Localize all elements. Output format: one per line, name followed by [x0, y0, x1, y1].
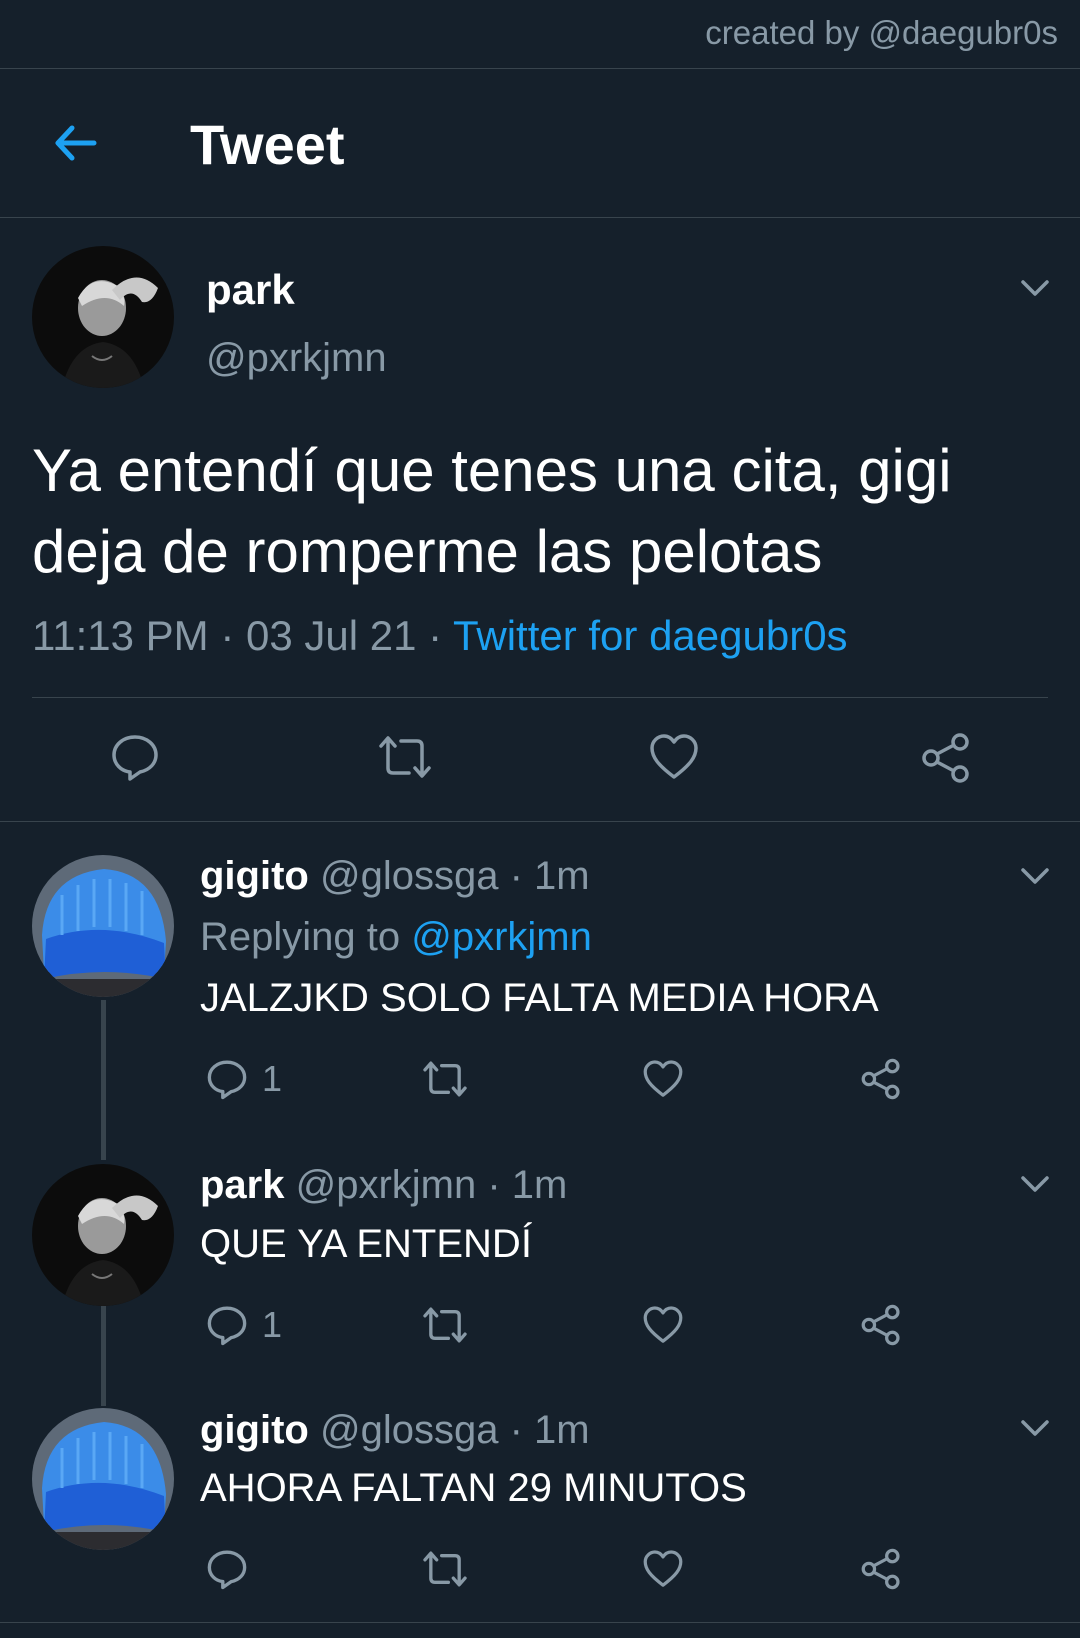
chevron-down-icon[interactable] [1020, 1174, 1050, 1194]
avatar[interactable] [32, 1164, 174, 1306]
share-icon [861, 1304, 900, 1346]
reply-header: gigito @glossga · 1m [200, 854, 590, 899]
reply-author-name[interactable]: gigito [200, 1408, 309, 1452]
reply-time: 1m [534, 854, 590, 898]
replying-mention-link[interactable]: @pxrkjmn [411, 915, 592, 959]
header-divider [0, 217, 1080, 218]
retweet-icon [423, 1551, 467, 1587]
reply-button[interactable]: 1 [206, 1304, 282, 1346]
avatar[interactable] [32, 1408, 174, 1550]
meta-separator: · [476, 1163, 512, 1207]
retweet-button[interactable] [375, 732, 435, 782]
reply-button[interactable] [206, 1548, 262, 1590]
reply-header: park @pxrkjmn · 1m [200, 1163, 567, 1208]
reply-text: AHORA FALTAN 29 MINUTOS [200, 1466, 747, 1510]
like-button[interactable] [642, 1548, 684, 1590]
reply-time: 1m [511, 1163, 568, 1207]
like-icon [643, 1306, 683, 1343]
bottom-divider [0, 1622, 1080, 1623]
like-button[interactable] [642, 1304, 684, 1346]
thread-line [101, 1000, 106, 1160]
reply-icon [207, 1060, 247, 1100]
share-button[interactable] [920, 732, 972, 784]
page-title: Tweet [190, 113, 345, 176]
reply-author-name[interactable]: gigito [200, 854, 309, 898]
author-handle[interactable]: @pxrkjmn [206, 336, 387, 381]
chevron-down-icon[interactable] [1020, 278, 1050, 298]
reply-time: 1m [534, 1408, 590, 1452]
replying-to: Replying to @pxrkjmn [200, 915, 592, 960]
reply-author-handle[interactable]: @pxrkjmn [296, 1163, 477, 1207]
like-icon [643, 1550, 683, 1587]
like-icon [650, 734, 698, 779]
reply-author-handle[interactable]: @glossga [320, 854, 498, 898]
tweet-source-link[interactable]: Twitter for daegubr0s [453, 612, 848, 659]
reply-button[interactable] [110, 732, 160, 782]
reply-button[interactable]: 1 [206, 1058, 282, 1100]
avatar[interactable] [32, 246, 174, 388]
share-button[interactable] [860, 1058, 902, 1100]
like-button[interactable] [648, 732, 700, 782]
retweet-icon [423, 1307, 467, 1343]
meta-separator: · [498, 1408, 535, 1452]
reply-text: JALZJKD SOLO FALTA MEDIA HORA [200, 976, 879, 1020]
reply-count: 1 [262, 1058, 283, 1099]
meta-separator: · [498, 854, 535, 898]
author-name[interactable]: park [206, 266, 295, 314]
retweet-icon [423, 1061, 467, 1097]
reply-author-handle[interactable]: @glossga [320, 1408, 498, 1452]
retweet-icon [379, 736, 431, 778]
retweet-button[interactable] [420, 1058, 470, 1100]
share-icon [922, 733, 969, 783]
reply-author-name[interactable]: park [200, 1163, 285, 1207]
meta-separator: · [208, 612, 246, 659]
tweet-text: Ya entendí que tenes una cita, gigi deja… [32, 437, 952, 585]
like-icon [643, 1060, 683, 1097]
avatar[interactable] [32, 855, 174, 997]
chevron-down-icon[interactable] [1020, 866, 1050, 886]
like-button[interactable] [642, 1058, 684, 1100]
tweet-divider [32, 697, 1048, 698]
replying-label: Replying to [200, 915, 412, 959]
share-icon [861, 1058, 900, 1100]
retweet-button[interactable] [420, 1548, 470, 1590]
reply-icon [112, 735, 158, 781]
tweet-meta: 11:13 PM · 03 Jul 21 · Twitter for daegu… [32, 612, 848, 660]
share-button[interactable] [860, 1304, 902, 1346]
tweet-date: 03 Jul 21 [245, 612, 417, 659]
arrow-left-icon[interactable] [50, 118, 100, 168]
retweet-button[interactable] [420, 1304, 470, 1346]
share-icon [861, 1548, 900, 1590]
reply-count: 1 [262, 1304, 283, 1345]
watermark-credit: created by @daegubr0s [705, 14, 1058, 51]
section-divider [0, 821, 1080, 822]
top-divider [0, 68, 1080, 69]
reply-header: gigito @glossga · 1m [200, 1408, 590, 1453]
chevron-down-icon[interactable] [1020, 1418, 1050, 1438]
meta-separator: · [416, 612, 454, 659]
reply-icon [207, 1550, 247, 1590]
reply-icon [207, 1306, 247, 1346]
reply-text: QUE YA ENTENDÍ [200, 1222, 532, 1266]
tweet-time: 11:13 PM [32, 612, 209, 659]
thread-line [101, 1306, 106, 1406]
share-button[interactable] [860, 1548, 902, 1590]
